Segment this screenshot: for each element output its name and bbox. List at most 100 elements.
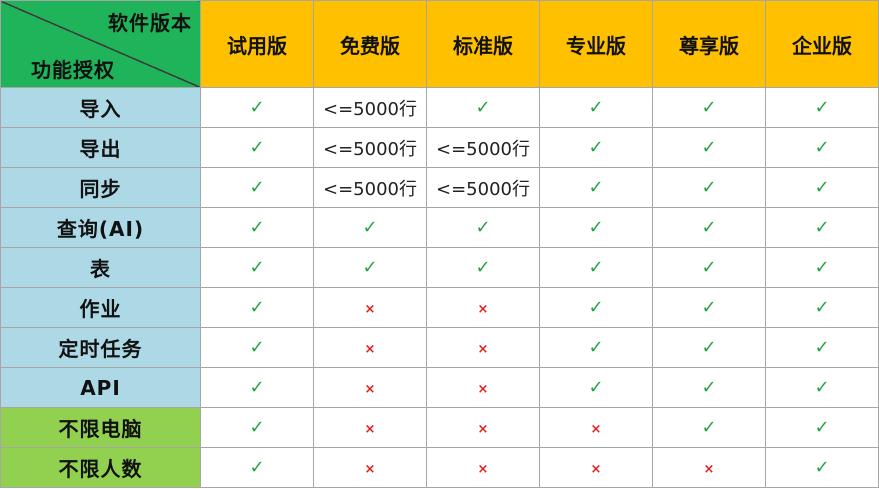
check-icon: ✓ <box>588 137 604 158</box>
check-icon: ✓ <box>814 97 830 118</box>
limit-text: <=5000行 <box>436 138 530 160</box>
table-row: 定时任务 ✓ × × ✓ ✓ ✓ <box>0 327 879 368</box>
header-row: 软件版本 功能授权 试用版 免费版 标准版 专业版 尊享版 企业版 <box>0 0 879 88</box>
availability-cell: × <box>539 407 653 448</box>
version-header-premium: 尊享版 <box>652 0 766 88</box>
limit-text: <=5000行 <box>323 178 417 200</box>
availability-cell: ✓ <box>652 367 766 408</box>
check-icon: ✓ <box>249 137 265 158</box>
availability-cell: ✓ <box>200 127 314 168</box>
check-icon: ✓ <box>701 217 717 238</box>
availability-cell: ✓ <box>765 367 879 408</box>
check-icon: ✓ <box>701 97 717 118</box>
check-icon: ✓ <box>249 337 265 358</box>
version-header-standard: 标准版 <box>426 0 540 88</box>
check-icon: ✓ <box>588 217 604 238</box>
availability-cell: ✓ <box>765 167 879 208</box>
table-row: 表 ✓ ✓ ✓ ✓ ✓ ✓ <box>0 247 879 288</box>
check-icon: ✓ <box>362 257 378 278</box>
check-icon: ✓ <box>588 177 604 198</box>
availability-cell: ✓ <box>652 207 766 248</box>
availability-cell: × <box>426 287 540 328</box>
feature-label: 定时任务 <box>0 327 201 368</box>
availability-cell: × <box>426 327 540 368</box>
table-row: 作业 ✓ × × ✓ ✓ ✓ <box>0 287 879 328</box>
cross-icon: × <box>477 422 489 437</box>
check-icon: ✓ <box>249 377 265 398</box>
feature-axis-label: 功能授权 <box>31 58 115 82</box>
availability-cell: ✓ <box>426 87 540 128</box>
check-icon: ✓ <box>249 297 265 318</box>
availability-cell: ✓ <box>200 167 314 208</box>
availability-cell: ✓ <box>200 367 314 408</box>
table-row: 同步 ✓ <=5000行 <=5000行 ✓ ✓ ✓ <box>0 167 879 208</box>
feature-label: 同步 <box>0 167 201 208</box>
availability-cell: ✓ <box>765 247 879 288</box>
availability-cell: ✓ <box>200 447 314 488</box>
check-icon: ✓ <box>249 217 265 238</box>
availability-cell: ✓ <box>539 367 653 408</box>
availability-cell: × <box>313 447 427 488</box>
availability-cell: ✓ <box>426 207 540 248</box>
availability-cell: ✓ <box>652 247 766 288</box>
availability-cell: × <box>313 407 427 448</box>
availability-cell: ✓ <box>539 87 653 128</box>
cross-icon: × <box>477 342 489 357</box>
availability-cell: ✓ <box>765 127 879 168</box>
check-icon: ✓ <box>701 137 717 158</box>
cross-icon: × <box>364 422 376 437</box>
version-header-free: 免费版 <box>313 0 427 88</box>
availability-cell: ✓ <box>200 247 314 288</box>
availability-cell: <=5000行 <box>426 167 540 208</box>
availability-cell: ✓ <box>765 407 879 448</box>
cross-icon: × <box>477 382 489 397</box>
check-icon: ✓ <box>701 417 717 438</box>
availability-cell: × <box>313 327 427 368</box>
availability-cell: ✓ <box>765 207 879 248</box>
check-icon: ✓ <box>814 297 830 318</box>
cross-icon: × <box>364 342 376 357</box>
cross-icon: × <box>590 462 602 477</box>
cross-icon: × <box>477 462 489 477</box>
check-icon: ✓ <box>249 97 265 118</box>
check-icon: ✓ <box>249 457 265 478</box>
availability-cell: ✓ <box>313 207 427 248</box>
check-icon: ✓ <box>249 257 265 278</box>
availability-cell: ✓ <box>539 167 653 208</box>
availability-cell: ✓ <box>200 87 314 128</box>
feature-label: 作业 <box>0 287 201 328</box>
table-row: 导入 ✓ <=5000行 ✓ ✓ ✓ ✓ <box>0 87 879 128</box>
availability-cell: ✓ <box>200 207 314 248</box>
version-axis-label: 软件版本 <box>108 11 192 35</box>
feature-label: 导出 <box>0 127 201 168</box>
availability-cell: × <box>426 367 540 408</box>
availability-cell: ✓ <box>765 447 879 488</box>
version-header-professional: 专业版 <box>539 0 653 88</box>
check-icon: ✓ <box>814 377 830 398</box>
version-header-trial: 试用版 <box>200 0 314 88</box>
feature-label: API <box>0 367 201 408</box>
check-icon: ✓ <box>701 257 717 278</box>
availability-cell: ✓ <box>652 327 766 368</box>
feature-label: 不限人数 <box>0 447 201 488</box>
check-icon: ✓ <box>475 97 491 118</box>
cross-icon: × <box>590 422 602 437</box>
availability-cell: ✓ <box>652 167 766 208</box>
cross-icon: × <box>477 302 489 317</box>
check-icon: ✓ <box>475 257 491 278</box>
feature-label: 导入 <box>0 87 201 128</box>
feature-label: 查询(AI) <box>0 207 201 248</box>
corner-header-cell: 软件版本 功能授权 <box>0 0 201 88</box>
check-icon: ✓ <box>588 337 604 358</box>
check-icon: ✓ <box>814 417 830 438</box>
check-icon: ✓ <box>475 217 491 238</box>
availability-cell: <=5000行 <box>426 127 540 168</box>
check-icon: ✓ <box>588 377 604 398</box>
check-icon: ✓ <box>588 297 604 318</box>
check-icon: ✓ <box>588 97 604 118</box>
availability-cell: ✓ <box>765 327 879 368</box>
table-row: 查询(AI) ✓ ✓ ✓ ✓ ✓ ✓ <box>0 207 879 248</box>
limit-text: <=5000行 <box>323 138 417 160</box>
availability-cell: <=5000行 <box>313 127 427 168</box>
availability-cell: × <box>313 367 427 408</box>
